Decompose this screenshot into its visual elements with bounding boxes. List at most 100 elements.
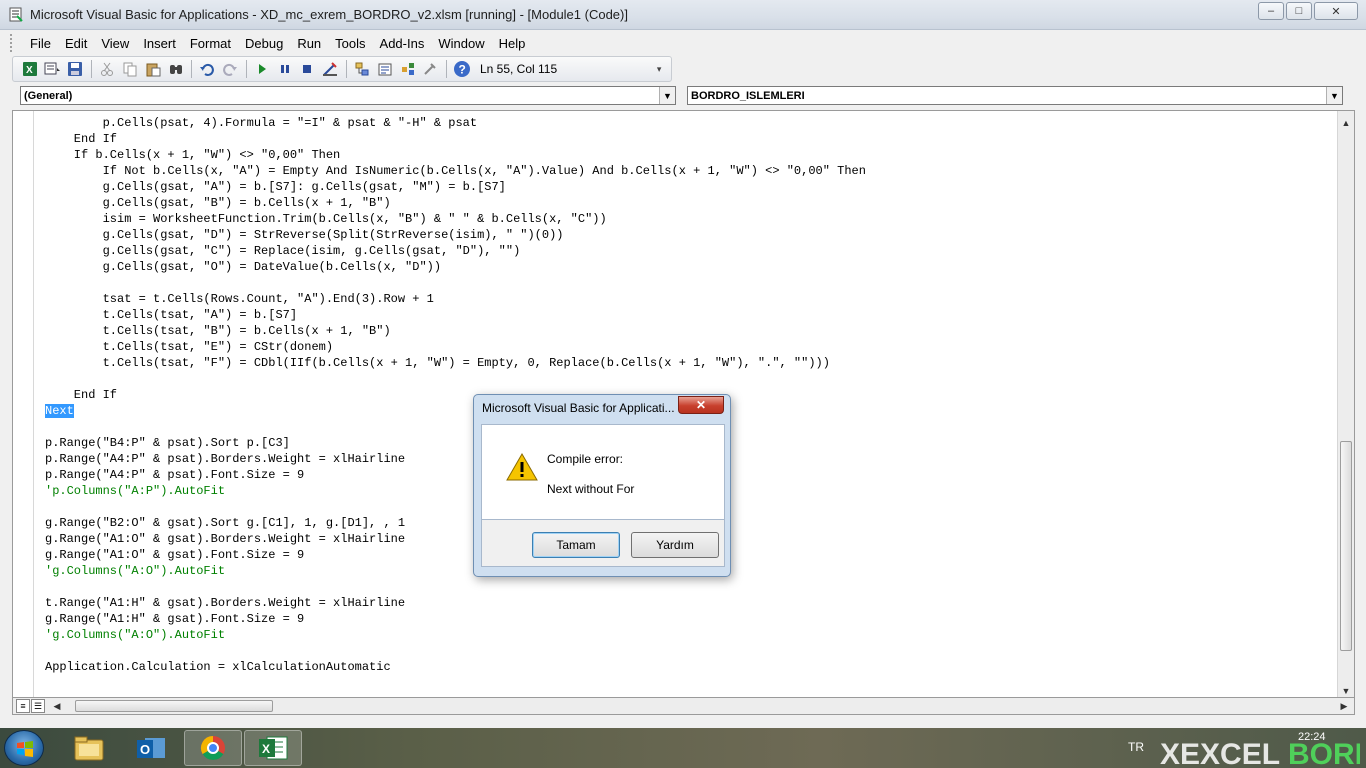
code-line[interactable]: 'g.Columns("A:O").AutoFit xyxy=(45,627,866,643)
menu-format[interactable]: Format xyxy=(184,36,239,51)
code-line[interactable]: Application.Calculation = xlCalculationA… xyxy=(45,659,866,675)
code-line[interactable] xyxy=(45,419,866,435)
code-line[interactable]: p.Range("A4:P" & psat).Borders.Weight = … xyxy=(45,451,866,467)
code-line[interactable]: p.Range("B4:P" & psat).Sort p.[C3] xyxy=(45,435,866,451)
code-line[interactable]: g.Range("A1:H" & gsat).Font.Size = 9 xyxy=(45,611,866,627)
code-line[interactable]: isim = WorksheetFunction.Trim(b.Cells(x,… xyxy=(45,211,866,227)
maximize-button[interactable]: □ xyxy=(1286,2,1312,20)
windows-explorer-icon[interactable] xyxy=(60,730,118,766)
full-module-view-icon[interactable]: ☰ xyxy=(31,699,45,713)
code-line[interactable]: If b.Cells(x + 1, "W") <> "0,00" Then xyxy=(45,147,866,163)
dialog-close-button[interactable]: ✕ xyxy=(678,396,724,414)
code-line[interactable]: g.Range("B2:O" & gsat).Sort g.[C1], 1, g… xyxy=(45,515,866,531)
copy-icon[interactable] xyxy=(119,59,141,79)
code-line[interactable]: t.Cells(tsat, "B") = b.Cells(x + 1, "B") xyxy=(45,323,866,339)
insert-module-icon[interactable] xyxy=(42,59,64,79)
chevron-down-icon[interactable]: ▼ xyxy=(1326,87,1342,104)
run-icon[interactable] xyxy=(251,59,273,79)
toolbar-separator xyxy=(91,60,93,78)
view-excel-icon[interactable]: X xyxy=(19,59,41,79)
ok-button[interactable]: Tamam xyxy=(532,532,620,558)
code-line[interactable]: t.Cells(tsat, "E") = CStr(donem) xyxy=(45,339,866,355)
menu-insert[interactable]: Insert xyxy=(137,36,184,51)
toolbar-options-icon[interactable]: ▾ xyxy=(648,59,670,79)
code-line[interactable]: t.Cells(tsat, "F") = CDbl(IIf(b.Cells(x … xyxy=(45,355,866,371)
code-line[interactable]: t.Cells(tsat, "A") = b.[S7] xyxy=(45,307,866,323)
break-icon[interactable] xyxy=(274,59,296,79)
margin-indicator-bar[interactable] xyxy=(13,111,34,697)
help-button[interactable]: Yardım xyxy=(631,532,719,558)
start-button[interactable] xyxy=(4,730,44,766)
code-line[interactable]: End If xyxy=(45,387,866,403)
help-icon[interactable]: ? xyxy=(451,59,473,79)
toolbox-icon[interactable] xyxy=(419,59,441,79)
code-line[interactable] xyxy=(45,499,866,515)
menu-window[interactable]: Window xyxy=(432,36,492,51)
code-line[interactable] xyxy=(45,275,866,291)
menu-edit[interactable]: Edit xyxy=(59,36,95,51)
scroll-up-icon[interactable]: ▲ xyxy=(1338,115,1354,131)
code-line[interactable]: 'p.Columns("A:P").AutoFit xyxy=(45,483,866,499)
object-combo[interactable]: (General) ▼ xyxy=(20,86,676,105)
undo-icon[interactable] xyxy=(196,59,218,79)
scroll-left-icon[interactable]: ◀ xyxy=(49,698,65,714)
project-explorer-icon[interactable] xyxy=(351,59,373,79)
menu-run[interactable]: Run xyxy=(291,36,329,51)
menu-help[interactable]: Help xyxy=(493,36,534,51)
vba-app-icon xyxy=(8,7,24,23)
properties-icon[interactable] xyxy=(374,59,396,79)
code-line[interactable]: g.Cells(gsat, "O") = DateValue(b.Cells(x… xyxy=(45,259,866,275)
horizontal-scroll-thumb[interactable] xyxy=(75,700,273,712)
code-line[interactable]: End If xyxy=(45,131,866,147)
redo-icon[interactable] xyxy=(219,59,241,79)
code-line[interactable]: g.Cells(gsat, "B") = b.Cells(x + 1, "B") xyxy=(45,195,866,211)
selected-code-text[interactable]: Next xyxy=(45,404,74,418)
excel-icon[interactable]: X xyxy=(244,730,302,766)
horizontal-scrollbar[interactable]: ≡ ☰ ◀ ▶ xyxy=(12,698,1355,715)
code-line[interactable]: Next xyxy=(45,403,866,419)
reset-icon[interactable] xyxy=(297,59,319,79)
chevron-down-icon[interactable]: ▼ xyxy=(659,87,675,104)
code-line[interactable]: g.Range("A1:O" & gsat).Font.Size = 9 xyxy=(45,547,866,563)
code-line[interactable]: tsat = t.Cells(Rows.Count, "A").End(3).R… xyxy=(45,291,866,307)
find-icon[interactable] xyxy=(165,59,187,79)
standard-toolbar: X ? Ln 55, Col 115 ▾ xyxy=(12,56,672,82)
cut-icon[interactable] xyxy=(96,59,118,79)
procedure-view-icon[interactable]: ≡ xyxy=(16,699,30,713)
vertical-scroll-thumb[interactable] xyxy=(1340,441,1352,651)
menu-grip[interactable] xyxy=(10,34,16,52)
minimize-button[interactable]: – xyxy=(1258,2,1284,20)
code-line[interactable]: If Not b.Cells(x, "A") = Empty And IsNum… xyxy=(45,163,866,179)
design-mode-icon[interactable] xyxy=(319,59,341,79)
code-line[interactable]: g.Range("A1:O" & gsat).Borders.Weight = … xyxy=(45,531,866,547)
code-line[interactable] xyxy=(45,579,866,595)
outlook-icon[interactable]: O xyxy=(122,730,180,766)
menu-view[interactable]: View xyxy=(95,36,137,51)
scroll-down-icon[interactable]: ▼ xyxy=(1338,683,1354,699)
code-line[interactable] xyxy=(45,643,866,659)
code-line[interactable]: p.Range("A4:P" & psat).Font.Size = 9 xyxy=(45,467,866,483)
paste-icon[interactable] xyxy=(142,59,164,79)
language-indicator[interactable]: TR xyxy=(1128,740,1144,754)
menu-file[interactable]: File xyxy=(24,36,59,51)
code-line[interactable]: p.Cells(psat, 4).Formula = "=I" & psat &… xyxy=(45,115,866,131)
menu-tools[interactable]: Tools xyxy=(329,36,373,51)
menu-debug[interactable]: Debug xyxy=(239,36,291,51)
code-line[interactable]: g.Cells(gsat, "C") = Replace(isim, g.Cel… xyxy=(45,243,866,259)
svg-text:X: X xyxy=(262,742,270,756)
code-editor[interactable]: p.Cells(psat, 4).Formula = "=I" & psat &… xyxy=(45,115,866,675)
code-line[interactable]: g.Cells(gsat, "D") = StrReverse(Split(St… xyxy=(45,227,866,243)
code-line[interactable] xyxy=(45,371,866,387)
code-line[interactable]: t.Range("A1:H" & gsat).Borders.Weight = … xyxy=(45,595,866,611)
object-browser-icon[interactable] xyxy=(397,59,419,79)
compile-error-dialog: Microsoft Visual Basic for Applicati... … xyxy=(473,394,731,577)
code-line[interactable]: 'g.Columns("A:O").AutoFit xyxy=(45,563,866,579)
chrome-icon[interactable] xyxy=(184,730,242,766)
scroll-right-icon[interactable]: ▶ xyxy=(1336,698,1352,714)
procedure-combo[interactable]: BORDRO_ISLEMLERI ▼ xyxy=(687,86,1343,105)
code-line[interactable]: g.Cells(gsat, "A") = b.[S7]: g.Cells(gsa… xyxy=(45,179,866,195)
save-icon[interactable] xyxy=(65,59,87,79)
menu-add-ins[interactable]: Add-Ins xyxy=(374,36,433,51)
close-button[interactable]: ✕ xyxy=(1314,2,1358,20)
vertical-scrollbar[interactable]: ▲ ▼ xyxy=(1337,111,1354,697)
